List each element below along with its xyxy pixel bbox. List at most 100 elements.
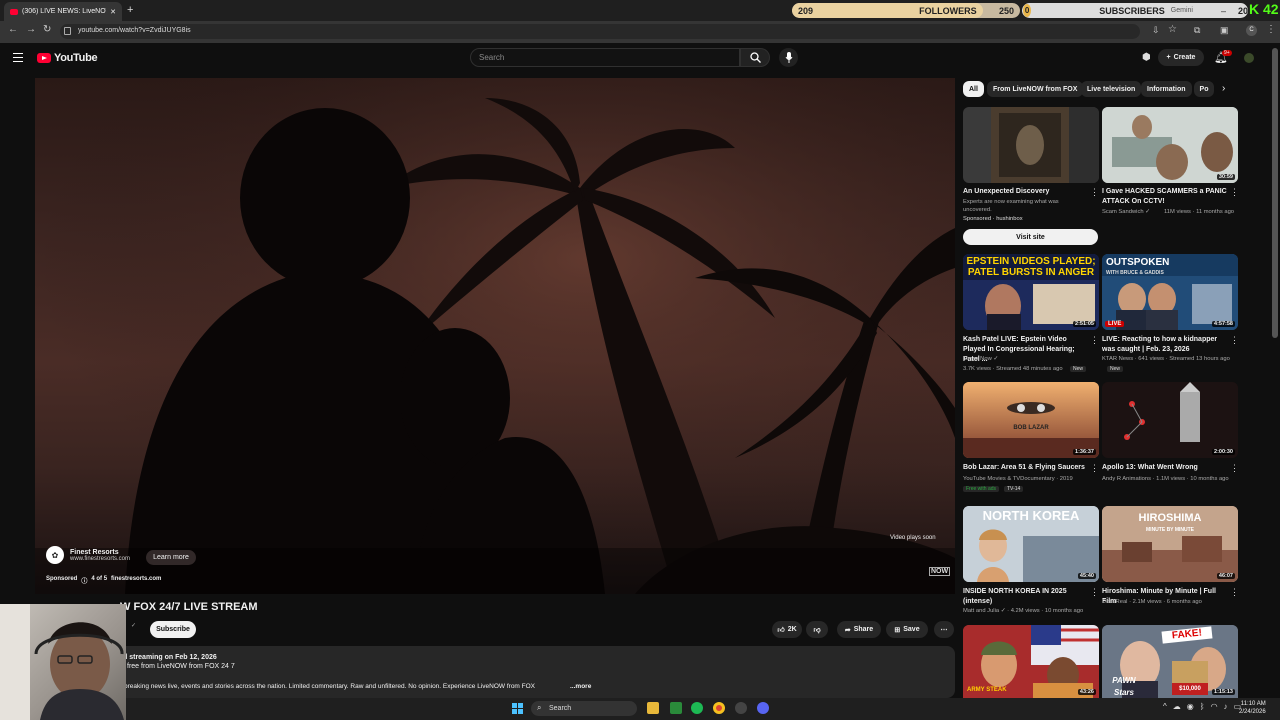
chip-all[interactable]: All xyxy=(963,81,984,97)
sidebar-thumbnail[interactable] xyxy=(963,107,1099,183)
sidebar-card-title[interactable]: Apollo 13: What Went Wrong xyxy=(1102,463,1228,473)
account-avatar[interactable] xyxy=(1244,53,1254,63)
hamburger-menu-icon[interactable] xyxy=(13,53,23,62)
sidebar-thumbnail[interactable]: EPSTEIN VIDEOS PLAYED; PATEL BURSTS IN A… xyxy=(963,254,1099,330)
sidebar-thumbnail[interactable]: BOB LAZAR 1:36:37 xyxy=(963,382,1099,458)
close-tab-icon[interactable]: ✕ xyxy=(110,8,116,16)
weather-icon[interactable]: ☁ xyxy=(1173,702,1181,711)
sidebar-thumbnail[interactable]: FAKE! PAWN Stars $10,000 1:15:13 xyxy=(1102,625,1238,698)
minimize-icon[interactable]: – xyxy=(1221,6,1226,16)
sidebar-thumbnail[interactable]: ARMY STEAK 43:26 xyxy=(963,625,1099,698)
chip-information[interactable]: Information xyxy=(1141,81,1192,97)
sidebar-card-title[interactable]: I Gave HACKED SCAMMERS a PANIC ATTACK On… xyxy=(1102,187,1228,207)
bookmark-star-icon[interactable]: ☆ xyxy=(1168,24,1177,35)
back-icon[interactable]: ← xyxy=(8,24,18,35)
webcam-overlay xyxy=(0,604,126,720)
install-icon[interactable]: ⇩ xyxy=(1152,25,1160,36)
thumbnail-text: MINUTE BY MINUTE xyxy=(1146,527,1194,533)
page-scrollbar[interactable] xyxy=(1272,48,1278,338)
sidebar-thumbnail[interactable]: NORTH KOREA 45:40 xyxy=(963,506,1099,582)
share-button[interactable]: ➦ Share xyxy=(837,621,881,638)
discord-icon[interactable] xyxy=(757,702,769,714)
save-button[interactable]: ⊞ Save xyxy=(886,621,928,638)
chevron-up-icon[interactable]: ^ xyxy=(1163,702,1167,711)
chip-politics[interactable]: Po xyxy=(1194,81,1214,97)
chip-live-television[interactable]: Live television xyxy=(1081,81,1142,97)
more-vertical-icon[interactable]: ⋮ xyxy=(1230,463,1239,474)
reload-icon[interactable]: ↻ xyxy=(43,24,51,35)
new-tab-button[interactable]: + xyxy=(127,4,133,16)
taskbar-clock[interactable]: 11:10 AM 2/24/2026 xyxy=(1239,700,1266,716)
sidebar-card-title[interactable]: Bob Lazar: Area 51 & Flying Saucers xyxy=(963,463,1089,473)
sidebar-thumbnail[interactable]: 30:59 xyxy=(1102,107,1238,183)
chip-from-livenow[interactable]: From LiveNOW from FOX xyxy=(987,81,1084,97)
sidebar-card-title[interactable]: LIVE: Reacting to how a kidnapper was ca… xyxy=(1102,335,1228,355)
chrome-icon[interactable] xyxy=(713,702,725,714)
thumbnail-image xyxy=(991,107,1099,183)
ad-info[interactable]: ✿ Finest Resorts www.finestresorts.com xyxy=(46,546,130,564)
more-vertical-icon[interactable]: ⋮ xyxy=(1230,587,1239,598)
ad-count: 4 of 5 xyxy=(91,576,108,582)
youtube-play-icon xyxy=(37,53,51,63)
dislike-button[interactable]: 👎︎ xyxy=(806,621,828,638)
share-icon: ➦ xyxy=(844,626,851,634)
volume-icon[interactable]: ♪ xyxy=(1224,702,1228,711)
more-actions-button[interactable]: ⋯ xyxy=(934,621,954,638)
more-vertical-icon[interactable]: ⋮ xyxy=(1230,187,1239,198)
wifi-icon[interactable]: ◠ xyxy=(1211,702,1218,711)
spotify-icon[interactable] xyxy=(691,702,703,714)
url-field[interactable]: youtube.com/watch?v=ZvdiJUYG8is xyxy=(60,24,1140,39)
ad-domain[interactable]: finestresorts.com xyxy=(111,576,161,585)
browser-menu-icon[interactable]: ⋮ xyxy=(1266,24,1276,35)
visit-site-button[interactable]: Visit site xyxy=(963,229,1098,245)
sidebar-thumbnail[interactable]: OUTSPOKEN WITH BRUCE & GADDIS LIVE 4:57:… xyxy=(1102,254,1238,330)
sidepanel-icon[interactable]: ▣ xyxy=(1220,25,1229,36)
video-player[interactable] xyxy=(35,78,955,594)
spreadsheet-app-icon[interactable] xyxy=(670,702,682,714)
chevron-right-icon[interactable]: › xyxy=(1222,83,1225,94)
profile-avatar[interactable]: C xyxy=(1246,25,1257,36)
advertiser-logo-icon: ✿ xyxy=(46,546,64,564)
location-icon[interactable]: ◉ xyxy=(1187,702,1194,711)
sidebar-card-title[interactable]: INSIDE NORTH KOREA IN 2025 (intense) xyxy=(963,587,1089,607)
search-icon xyxy=(749,52,761,63)
like-button[interactable]: 👍︎ 2K xyxy=(772,621,802,638)
video-duration: 46:07 xyxy=(1216,573,1235,579)
more-vertical-icon[interactable]: ⋮ xyxy=(1230,335,1239,346)
system-tray[interactable]: ^ ☁ ◉ ᛒ ◠ ♪ ▭ xyxy=(1163,702,1241,711)
search-button[interactable] xyxy=(740,48,770,67)
taskbar-search[interactable]: ⌕ Search xyxy=(531,701,637,716)
more-vertical-icon[interactable]: ⋮ xyxy=(1090,335,1099,346)
subscribers-goal: 20 xyxy=(1237,5,1248,16)
forward-icon[interactable]: → xyxy=(26,24,36,35)
learn-more-button[interactable]: Learn more xyxy=(146,550,196,565)
sidebar-thumbnail[interactable]: HIROSHIMA MINUTE BY MINUTE 46:07 xyxy=(1102,506,1238,582)
site-info-icon[interactable] xyxy=(64,27,71,35)
extensions-icon[interactable]: ⧉ xyxy=(1194,25,1200,36)
bluetooth-icon[interactable]: ᛒ xyxy=(1200,702,1205,711)
advertiser-name: Finest Resorts xyxy=(70,548,119,556)
microphone-icon xyxy=(785,52,792,63)
followers-goal: 250 xyxy=(998,5,1014,16)
thumbnail-text: NORTH KOREA xyxy=(982,508,1080,523)
more-vertical-icon[interactable]: ⋮ xyxy=(1090,463,1099,474)
youtube-logo[interactable]: YouTube xyxy=(37,52,98,64)
sidebar-thumbnail[interactable]: 2:00:30 xyxy=(1102,382,1238,458)
cast-icon[interactable]: ⬢ xyxy=(1142,52,1151,63)
browser-tab[interactable]: (306) LIVE NEWS: LiveNOW FO ✕ xyxy=(4,2,122,21)
settings-app-icon[interactable] xyxy=(735,702,747,714)
subscribe-button[interactable]: Subscribe xyxy=(150,621,196,638)
voice-search-button[interactable] xyxy=(779,48,798,67)
new-badge: New xyxy=(1107,366,1124,372)
more-vertical-icon[interactable]: ⋮ xyxy=(1090,187,1099,198)
share-label: Share xyxy=(853,626,874,633)
description-more-link[interactable]: ...more xyxy=(570,683,591,690)
windows-start-icon[interactable] xyxy=(512,703,523,714)
create-button[interactable]: + Create xyxy=(1158,49,1204,66)
more-vertical-icon[interactable]: ⋮ xyxy=(1090,587,1099,598)
search-input[interactable]: Search xyxy=(470,48,740,67)
sidebar-card-title[interactable]: An Unexpected Discovery xyxy=(963,187,1089,197)
info-icon[interactable]: ⓘ xyxy=(81,576,87,585)
file-explorer-icon[interactable] xyxy=(647,702,659,714)
thumbs-up-icon: 👍︎ xyxy=(777,627,785,634)
